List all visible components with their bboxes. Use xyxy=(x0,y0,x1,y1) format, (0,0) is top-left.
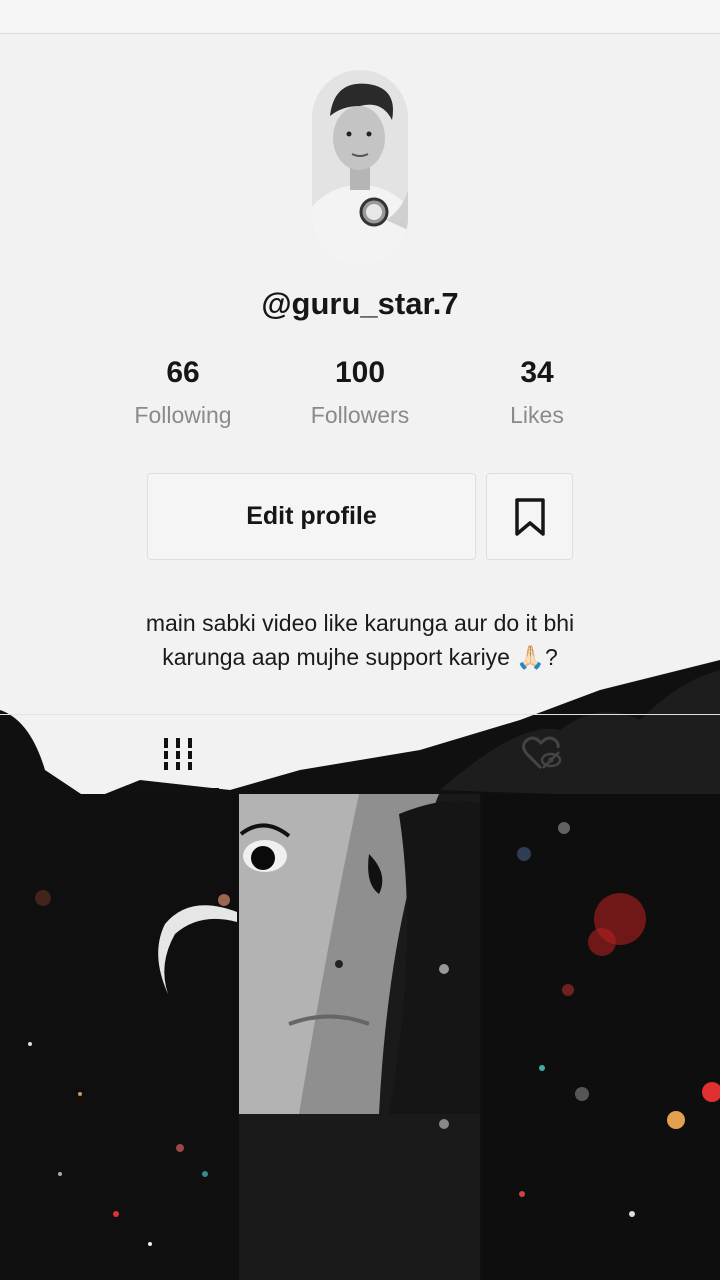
followers-count: 100 xyxy=(334,356,386,389)
tab-divider xyxy=(0,714,720,715)
stat-followers[interactable]: 100 Followers xyxy=(270,356,450,429)
username: @guru_star.7 xyxy=(261,286,459,321)
top-bar xyxy=(0,0,720,34)
tab-videos[interactable] xyxy=(118,718,238,790)
profile-avatar[interactable] xyxy=(312,70,408,266)
video-thumbnail-2[interactable] xyxy=(239,794,480,1280)
followers-label: Followers xyxy=(310,402,410,428)
video-thumbnail-3[interactable] xyxy=(482,794,720,1280)
stat-following[interactable]: 66 Following xyxy=(93,356,273,429)
following-count: 66 xyxy=(166,356,200,389)
likes-label: Likes xyxy=(510,402,564,428)
profile-bio: main sabki video like karunga aur do it … xyxy=(60,606,660,674)
stat-likes[interactable]: 34 Likes xyxy=(447,356,627,429)
bio-line-2: karunga aap mujhe support kariye 🙏🏻? xyxy=(162,644,558,670)
video-thumbnail-1[interactable] xyxy=(0,794,237,1280)
favorites-button[interactable] xyxy=(486,473,573,560)
bookmark-icon xyxy=(514,497,545,536)
grid-icon xyxy=(161,738,195,770)
liked-private-icon xyxy=(522,736,562,770)
bio-line-1: main sabki video like karunga aur do it … xyxy=(145,610,575,636)
tab-liked[interactable] xyxy=(482,718,602,790)
following-label: Following xyxy=(134,402,232,428)
likes-count: 34 xyxy=(520,356,554,389)
active-tab-indicator xyxy=(138,788,219,792)
edit-profile-button[interactable]: Edit profile xyxy=(147,473,476,560)
